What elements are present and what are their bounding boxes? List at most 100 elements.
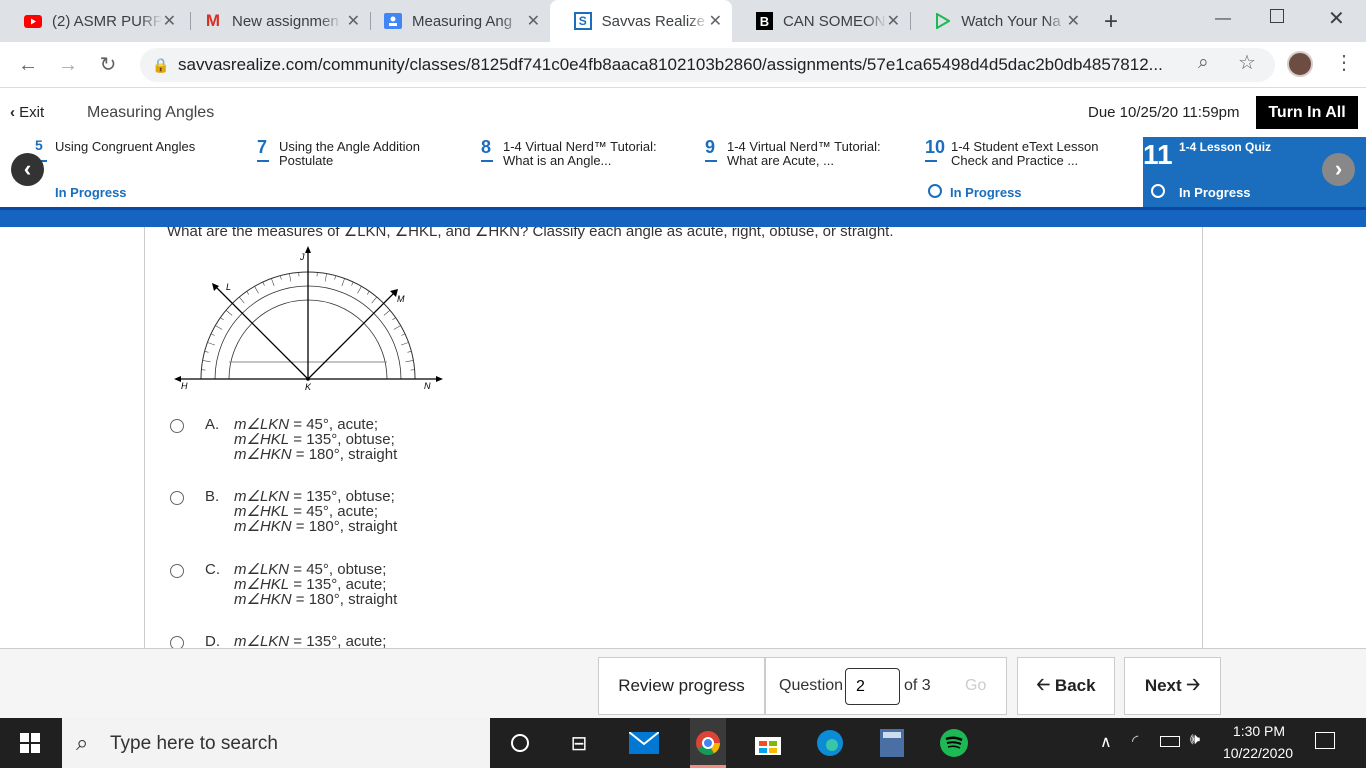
chevron-left-icon: ‹ bbox=[10, 104, 15, 121]
star-icon[interactable]: ☆ bbox=[1238, 50, 1256, 75]
choice-a[interactable]: A. m∠LKN = 45°, acute; m∠HKL = 135°, obt… bbox=[167, 417, 567, 467]
browser-tab[interactable]: B CAN SOMEON ✕ bbox=[732, 0, 910, 42]
exit-button[interactable]: ‹ Exit bbox=[10, 104, 44, 121]
chevron-up-icon[interactable]: ∧ bbox=[1100, 732, 1112, 752]
radio-b[interactable] bbox=[170, 491, 184, 505]
next-button[interactable]: Next 🡢 bbox=[1124, 657, 1221, 715]
protractor-tick bbox=[341, 278, 345, 287]
windows-taskbar: ⌕ Type here to search ⊟ ∧ ◜ 🕪 1:30 PM 10… bbox=[0, 718, 1366, 768]
label-n: N bbox=[424, 381, 431, 391]
choice-d[interactable]: D. m∠LKN = 135°, acute; bbox=[167, 634, 567, 648]
protractor-tick bbox=[383, 309, 391, 316]
protractor-tick bbox=[407, 351, 412, 353]
lesson-item[interactable]: 9 1-4 Virtual Nerd™ Tutorial: What are A… bbox=[705, 137, 915, 207]
label-j: J bbox=[299, 252, 305, 262]
mail-icon[interactable] bbox=[628, 727, 660, 759]
close-tab-icon[interactable]: ✕ bbox=[347, 11, 360, 31]
radio-c[interactable] bbox=[170, 564, 184, 578]
radio-d[interactable] bbox=[170, 636, 184, 648]
browser-tab[interactable]: Watch Your Na ✕ bbox=[910, 0, 1090, 42]
protractor-tick bbox=[262, 281, 265, 286]
protractor-tick bbox=[207, 342, 216, 346]
minimize-icon[interactable]: — bbox=[1215, 10, 1231, 28]
protractor-tick bbox=[366, 291, 370, 295]
close-tab-icon[interactable]: ✕ bbox=[887, 11, 900, 31]
browser-tab[interactable]: (2) ASMR PURP ✕ bbox=[0, 0, 186, 42]
browser-tab-active[interactable]: S Savvas Realize ✕ bbox=[550, 0, 732, 42]
clock-time[interactable]: 1:30 PM bbox=[1222, 723, 1296, 739]
youtube-icon bbox=[24, 12, 42, 30]
clock-date[interactable]: 10/22/2020 bbox=[1218, 745, 1298, 761]
browser-tab[interactable]: M New assignmen ✕ bbox=[180, 0, 370, 42]
protractor-tick bbox=[401, 333, 406, 336]
protractor-tick bbox=[210, 333, 215, 336]
calculator-icon[interactable] bbox=[876, 727, 908, 759]
protractor-figure: H K N L M J bbox=[174, 246, 443, 392]
protractor-tick bbox=[271, 278, 275, 287]
back-arrow-icon[interactable]: ← bbox=[14, 52, 42, 78]
close-tab-icon[interactable]: ✕ bbox=[709, 11, 722, 31]
menu-dots-icon[interactable]: ⋮ bbox=[1334, 50, 1354, 75]
turn-in-all-button[interactable]: Turn In All bbox=[1256, 96, 1358, 129]
carousel-prev-button[interactable]: ‹ bbox=[11, 153, 44, 186]
zoom-icon[interactable]: ⌕ bbox=[1198, 52, 1209, 74]
restore-icon[interactable] bbox=[1270, 9, 1284, 23]
close-tab-icon[interactable]: ✕ bbox=[527, 11, 540, 31]
savvas-icon: S bbox=[574, 12, 592, 30]
radio-a[interactable] bbox=[170, 419, 184, 433]
close-tab-icon[interactable]: ✕ bbox=[1067, 11, 1080, 31]
windows-start-icon[interactable] bbox=[14, 727, 46, 759]
carousel-next-button[interactable]: › bbox=[1322, 153, 1355, 186]
brainly-icon: B bbox=[756, 12, 773, 30]
lesson-item[interactable]: 5 Using Congruent Angles In Progress bbox=[35, 137, 235, 207]
store-icon[interactable] bbox=[752, 727, 784, 759]
protractor-tick bbox=[202, 360, 211, 363]
close-tab-icon[interactable]: ✕ bbox=[163, 11, 176, 31]
protractor-tick bbox=[400, 342, 409, 346]
label-k: K bbox=[305, 382, 312, 392]
protractor-tick bbox=[238, 296, 245, 304]
review-progress-button[interactable]: Review progress bbox=[598, 657, 765, 715]
label-m: M bbox=[397, 294, 405, 304]
reload-icon[interactable]: ↻ bbox=[94, 52, 122, 78]
task-view-icon[interactable]: ⊟ bbox=[563, 727, 595, 759]
question-number-input[interactable] bbox=[845, 668, 900, 705]
lesson-item[interactable]: 7 Using the Angle Addition Postulate bbox=[257, 137, 467, 207]
edge-icon[interactable] bbox=[814, 727, 846, 759]
play-icon bbox=[934, 12, 951, 30]
search-icon: ⌕ bbox=[76, 730, 89, 755]
question-footer: Review progress Question of 3 Go 🡠 Back … bbox=[0, 648, 1366, 718]
protractor-tick bbox=[334, 275, 336, 280]
spotify-icon[interactable] bbox=[938, 727, 970, 759]
url-field[interactable]: 🔒 savvasrealize.com/community/classes/81… bbox=[140, 48, 1275, 82]
due-date: Due 10/25/20 11:59pm bbox=[1088, 104, 1240, 121]
back-button[interactable]: 🡠 Back bbox=[1017, 657, 1115, 715]
gmail-icon: M bbox=[205, 11, 221, 30]
new-tab-icon[interactable]: + bbox=[1104, 8, 1118, 36]
taskbar-search[interactable]: ⌕ Type here to search bbox=[62, 718, 490, 768]
assignment-header: ‹ Exit Measuring Angles Due 10/25/20 11:… bbox=[0, 89, 1366, 137]
lock-icon: 🔒 bbox=[152, 57, 170, 73]
notifications-icon[interactable] bbox=[1315, 732, 1335, 749]
cortana-icon[interactable] bbox=[504, 727, 536, 759]
protractor-tick bbox=[405, 360, 414, 363]
battery-icon[interactable] bbox=[1160, 736, 1180, 747]
choice-b[interactable]: B. m∠LKN = 135°, obtuse; m∠HKL = 45°, ac… bbox=[167, 489, 567, 539]
label-l: L bbox=[226, 282, 231, 292]
protractor-tick bbox=[351, 281, 354, 286]
protractor-tick bbox=[204, 351, 209, 353]
lesson-item[interactable]: 10 1-4 Student eText Lesson Check and Pr… bbox=[925, 137, 1135, 207]
chrome-icon[interactable] bbox=[690, 718, 726, 768]
lesson-item[interactable]: 8 1-4 Virtual Nerd™ Tutorial: What is an… bbox=[481, 137, 691, 207]
avatar[interactable] bbox=[1287, 51, 1313, 77]
close-window-icon[interactable]: ✕ bbox=[1328, 6, 1345, 31]
divider-band bbox=[0, 207, 1366, 227]
arrow-right-icon: 🡢 bbox=[1181, 674, 1201, 694]
forward-arrow-icon[interactable]: → bbox=[54, 52, 82, 78]
clock-icon bbox=[928, 184, 942, 198]
browser-tab[interactable]: Measuring Ang ✕ bbox=[360, 0, 550, 42]
wifi-icon[interactable]: ◜ bbox=[1132, 731, 1138, 751]
volume-icon[interactable]: 🕪 bbox=[1190, 731, 1200, 749]
choice-c[interactable]: C. m∠LKN = 45°, obtuse; m∠HKL = 135°, ac… bbox=[167, 562, 567, 612]
go-button[interactable]: Go bbox=[965, 677, 986, 695]
